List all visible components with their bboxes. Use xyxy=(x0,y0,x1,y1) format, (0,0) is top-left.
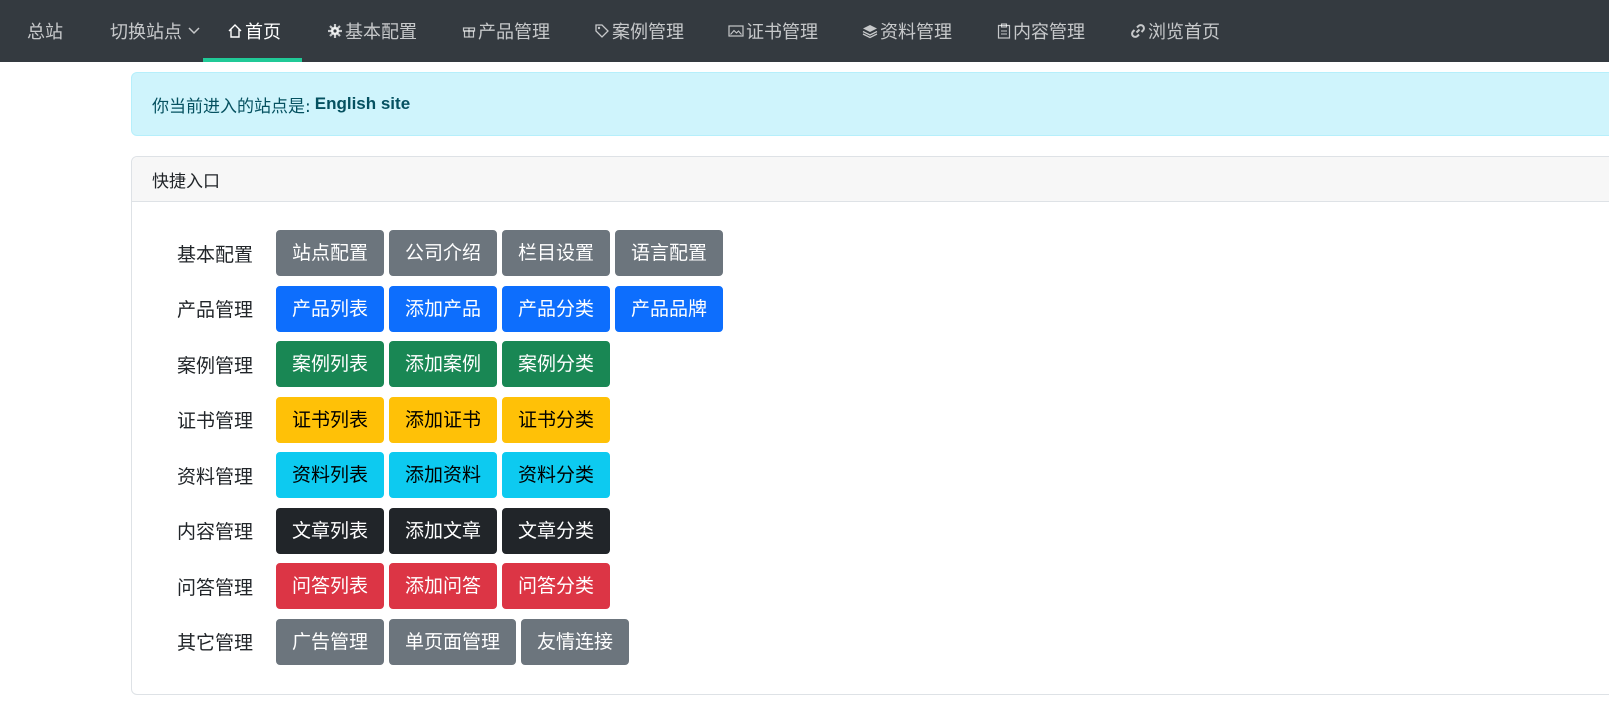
nav-item-products[interactable]: 产品管理 xyxy=(462,0,550,62)
quick-button[interactable]: 资料分类 xyxy=(502,452,611,498)
nav-item-content[interactable]: 内容管理 xyxy=(997,0,1085,62)
quick-row: 其它管理 广告管理 单页面管理 友情连接 xyxy=(132,618,728,675)
quick-row-label: 资料管理 xyxy=(177,465,254,488)
quick-button[interactable]: 添加产品 xyxy=(389,285,498,332)
quick-row: 问答管理 问答列表 添加问答 问答分类 xyxy=(132,563,728,619)
quick-button[interactable]: 产品分类 xyxy=(502,285,611,332)
nav-item-materials[interactable]: 资料管理 xyxy=(862,0,952,62)
nav-item-home[interactable]: 首页 xyxy=(227,0,281,62)
nav-item-cases[interactable]: 案例管理 xyxy=(594,0,684,62)
nav-item-label: 案例管理 xyxy=(612,22,684,43)
quick-row-label: 产品管理 xyxy=(177,299,254,321)
quick-button[interactable]: 添加问答 xyxy=(389,563,498,609)
quick-row: 基本配置 站点配置 公司介绍 栏目设置 语言配置 xyxy=(132,230,728,286)
current-site-name: English site xyxy=(314,94,411,113)
current-site-alert: 你当前进入的站点是: English site xyxy=(131,72,1609,136)
quick-button[interactable]: 广告管理 xyxy=(276,618,385,665)
quick-button[interactable]: 证书列表 xyxy=(276,396,385,443)
switch-site-label: 切换站点 xyxy=(110,22,182,43)
quick-button[interactable]: 添加证书 xyxy=(389,396,498,443)
image-icon xyxy=(728,24,744,38)
nav-brand-label: 总站 xyxy=(27,22,63,43)
quick-button[interactable]: 产品品牌 xyxy=(615,285,724,332)
quick-row-label: 案例管理 xyxy=(177,354,254,377)
nav-item-certificates[interactable]: 证书管理 xyxy=(728,0,818,62)
quick-access-card: 快捷入口 基本配置 站点配置 公司介绍 栏目设置 语言配置 产品管理 产品列表 添加产品 产品分… xyxy=(131,156,1609,695)
quick-button[interactable]: 语言配置 xyxy=(615,230,724,276)
top-navbar: 总站 切换站点 首页 基本配置 产品管理 案例管理 证书管理 资料管理 内容管理… xyxy=(0,0,1609,62)
quick-button[interactable]: 案例列表 xyxy=(276,341,385,387)
quick-button[interactable]: 文章列表 xyxy=(276,507,385,554)
chevron-down-icon xyxy=(188,27,200,35)
quick-row: 案例管理 案例列表 添加案例 案例分类 xyxy=(132,341,728,397)
quick-row-label: 问答管理 xyxy=(177,576,254,599)
quick-row-label: 内容管理 xyxy=(177,521,254,543)
card-title: 快捷入口 xyxy=(152,171,220,192)
alert-prefix: 你当前进入的站点是: xyxy=(152,96,311,117)
quick-row: 资料管理 资料列表 添加资料 资料分类 xyxy=(132,452,728,508)
gear-icon xyxy=(327,23,343,39)
nav-item-label: 基本配置 xyxy=(345,22,417,43)
layers-icon xyxy=(862,23,878,39)
quick-row: 产品管理 产品列表 添加产品 产品分类 产品品牌 xyxy=(132,285,728,342)
nav-item-label: 浏览首页 xyxy=(1148,22,1220,43)
quick-button[interactable]: 文章分类 xyxy=(502,507,611,554)
quick-button[interactable]: 公司介绍 xyxy=(389,230,498,276)
nav-item-label: 内容管理 xyxy=(1013,22,1085,43)
quick-button[interactable]: 添加资料 xyxy=(389,452,498,498)
gift-icon xyxy=(462,24,476,38)
quick-row-label: 证书管理 xyxy=(177,410,254,432)
quick-button[interactable]: 单页面管理 xyxy=(389,618,517,665)
quick-button[interactable]: 栏目设置 xyxy=(502,230,611,276)
clipboard-icon xyxy=(997,23,1011,39)
quick-row-label: 基本配置 xyxy=(177,243,254,266)
quick-button[interactable]: 证书分类 xyxy=(502,396,611,443)
quick-access-rows: 基本配置 站点配置 公司介绍 栏目设置 语言配置 产品管理 产品列表 添加产品 产品分类 产品品牌… xyxy=(132,230,728,674)
quick-button[interactable]: 友情连接 xyxy=(521,618,630,665)
link-icon xyxy=(1130,23,1146,39)
nav-item-browse-home[interactable]: 浏览首页 xyxy=(1130,0,1220,62)
switch-site-dropdown[interactable]: 切换站点 xyxy=(110,0,200,62)
nav-item-label: 证书管理 xyxy=(746,22,818,43)
quick-button[interactable]: 添加文章 xyxy=(389,507,498,554)
active-tab-indicator xyxy=(203,58,302,62)
quick-button[interactable]: 问答分类 xyxy=(502,563,611,609)
tag-icon xyxy=(594,23,610,39)
nav-brand[interactable]: 总站 xyxy=(27,0,63,62)
quick-row: 内容管理 文章列表 添加文章 文章分类 xyxy=(132,507,728,564)
quick-button[interactable]: 问答列表 xyxy=(276,563,385,609)
quick-button[interactable]: 资料列表 xyxy=(276,452,385,498)
nav-item-label: 资料管理 xyxy=(880,22,952,43)
nav-item-label: 产品管理 xyxy=(478,22,550,43)
house-icon xyxy=(227,23,243,39)
quick-button[interactable]: 站点配置 xyxy=(276,230,385,276)
quick-row-label: 其它管理 xyxy=(177,632,254,654)
quick-button[interactable]: 添加案例 xyxy=(389,341,498,387)
nav-item-label: 首页 xyxy=(245,22,281,43)
quick-row: 证书管理 证书列表 添加证书 证书分类 xyxy=(132,396,728,453)
card-header: 快捷入口 xyxy=(132,157,1609,202)
quick-button[interactable]: 案例分类 xyxy=(502,341,611,387)
nav-item-basic-config[interactable]: 基本配置 xyxy=(327,0,417,62)
quick-button[interactable]: 产品列表 xyxy=(276,285,385,332)
